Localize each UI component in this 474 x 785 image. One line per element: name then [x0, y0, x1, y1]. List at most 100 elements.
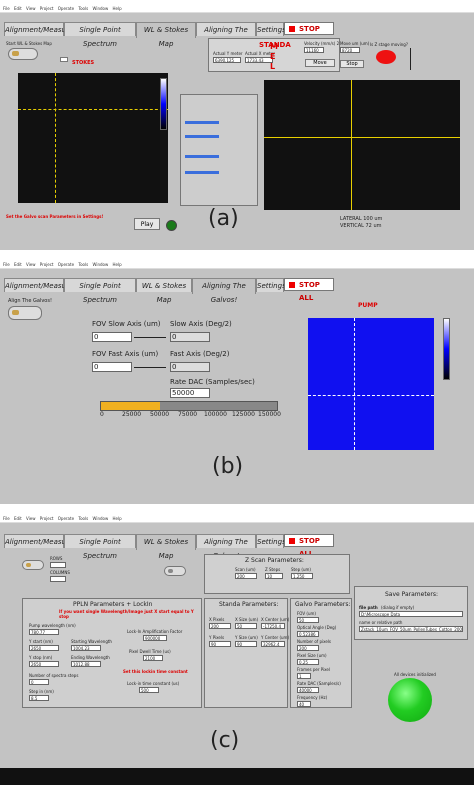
menu-item-view[interactable]: View: [26, 516, 36, 521]
pump-wl-input[interactable]: 780.77: [29, 629, 59, 635]
num-pixels-label: Number of pixels: [297, 639, 332, 644]
tab-aligning-galvos[interactable]: Aligning The Galvos!: [196, 22, 256, 48]
columns-label: COLUMNS: [50, 570, 70, 575]
fov-fast-input[interactable]: 0: [92, 362, 132, 372]
settings-slider-1[interactable]: [185, 121, 219, 124]
wl-map-plot[interactable]: [18, 73, 168, 203]
tab-single-point[interactable]: Single Point Spectrum: [64, 534, 136, 560]
tab-alignment[interactable]: Alignment/Measure: [4, 534, 73, 548]
crosshair-vertical: [55, 73, 56, 203]
menu-item-help[interactable]: Help: [113, 262, 122, 267]
tab-settings[interactable]: Settings: [256, 22, 286, 36]
frequency-value: 40: [297, 701, 311, 707]
menu-item-tools[interactable]: Tools: [78, 262, 88, 267]
tab-alignment[interactable]: Alignment/Measure: [4, 278, 73, 292]
stop-all-button[interactable]: STOP ALL: [284, 534, 334, 558]
menu-item-project[interactable]: Project: [40, 262, 54, 267]
toggle-knob-icon: [12, 51, 19, 56]
x-center-input[interactable]: -17250.4: [261, 623, 285, 629]
menu-item-window[interactable]: Window: [92, 6, 108, 11]
y-size-input[interactable]: 90: [235, 641, 257, 647]
stop-stage-button[interactable]: Stop: [340, 60, 364, 68]
z-scan-group: Z Scan Parameters: Scan (um) Z Steps Ste…: [204, 554, 350, 594]
menu-item-project[interactable]: Project: [40, 516, 54, 521]
num-pixels-input[interactable]: 200: [297, 645, 319, 651]
frames-input[interactable]: 1: [297, 673, 311, 679]
stop-all-button[interactable]: STOP ALL: [284, 278, 334, 302]
rate-dac-input[interactable]: 40000: [297, 687, 319, 693]
crosshair-horizontal: [18, 109, 168, 110]
move-um-input[interactable]: 8720: [340, 47, 360, 53]
tab-single-point[interactable]: Single Point Spectrum: [64, 22, 136, 48]
x-stop-input[interactable]: 2650: [29, 661, 59, 667]
menu-item-operate[interactable]: Operate: [58, 262, 74, 267]
tab-wl-stokes[interactable]: WL & Stokes Map: [136, 534, 196, 560]
tab-wl-stokes[interactable]: WL & Stokes Map: [136, 278, 192, 304]
rate-dac-input[interactable]: 50000: [170, 388, 210, 398]
menu-item-edit[interactable]: Edit: [14, 516, 22, 521]
z-steps-input[interactable]: 10: [265, 573, 283, 579]
x-size-input[interactable]: 50: [235, 623, 257, 629]
menu-item-view[interactable]: View: [26, 262, 36, 267]
menu-item-operate[interactable]: Operate: [58, 516, 74, 521]
fov-um-input[interactable]: 50: [297, 617, 319, 623]
x-size-label: X Size (um): [235, 617, 259, 622]
menu-item-edit[interactable]: Edit: [14, 6, 22, 11]
settings-slider-4[interactable]: [185, 171, 219, 174]
menu-item-window[interactable]: Window: [92, 262, 108, 267]
menu-item-window[interactable]: Window: [92, 516, 108, 521]
menu-item-file[interactable]: File: [3, 6, 10, 11]
z-stage-led: [376, 50, 396, 64]
align-galvos-toggle[interactable]: [8, 306, 42, 320]
move-button[interactable]: Move: [305, 59, 335, 67]
tab-aligning-galvos[interactable]: Aligning The Galvos!: [192, 278, 256, 304]
menu-item-help[interactable]: Help: [113, 6, 122, 11]
start-map-toggle[interactable]: [8, 48, 38, 60]
menu-item-tools[interactable]: Tools: [78, 516, 88, 521]
tab-strip: Alignment/Measure Single Point Spectrum …: [4, 278, 474, 304]
tab-aligning-galvos[interactable]: Aligning The Galvos!: [196, 534, 256, 560]
amp-factor-input[interactable]: 900000: [143, 635, 167, 641]
y-center-input[interactable]: 32962.4: [261, 641, 285, 647]
galvo-image-plot[interactable]: [264, 80, 460, 210]
menu-item-file[interactable]: File: [3, 262, 10, 267]
tab-wl-stokes[interactable]: WL & Stokes Map: [136, 22, 196, 48]
pump-plot[interactable]: [308, 318, 434, 450]
velocity-input[interactable]: 11160: [304, 47, 324, 53]
standa-params-title: Standa Parameters:: [219, 601, 279, 608]
rate-dac-slider[interactable]: [100, 401, 278, 411]
time-const-input[interactable]: 500: [139, 687, 159, 693]
menu-item-operate[interactable]: Operate: [58, 6, 74, 11]
x-pixels-input[interactable]: 200: [209, 623, 231, 629]
y-pixels-input[interactable]: 90: [209, 641, 231, 647]
tab-single-point[interactable]: Single Point Spectrum: [64, 278, 136, 304]
spectra-steps-input[interactable]: 0: [29, 679, 49, 685]
settings-slider-2[interactable]: [185, 135, 219, 138]
name-path-input[interactable]: Zstack_10um_FOV_50um_PollenTubes_Cotton_…: [359, 626, 463, 632]
rows-input[interactable]: [50, 562, 66, 568]
ending-wl-value: 1012.88: [71, 661, 101, 667]
tab-alignment[interactable]: Alignment/Measure: [4, 22, 73, 36]
menu-item-file[interactable]: File: [3, 516, 10, 521]
file-path-input[interactable]: D:\Microscope Data: [359, 611, 463, 617]
z-scan-toggle[interactable]: [164, 566, 186, 576]
start-toggle[interactable]: [22, 560, 44, 570]
fov-fast-label: FOV Fast Axis (um): [92, 350, 159, 358]
settings-slider-3[interactable]: [185, 155, 219, 158]
tab-settings[interactable]: Settings: [256, 534, 286, 548]
menu-item-edit[interactable]: Edit: [14, 262, 22, 267]
stokes-checkbox[interactable]: [60, 57, 68, 62]
tab-settings[interactable]: Settings: [256, 278, 286, 292]
fov-slow-input[interactable]: 0: [92, 332, 132, 342]
menu-item-view[interactable]: View: [26, 6, 36, 11]
play-button[interactable]: Play: [134, 218, 160, 230]
menu-item-tools[interactable]: Tools: [78, 6, 88, 11]
menu-item-help[interactable]: Help: [113, 516, 122, 521]
menu-item-project[interactable]: Project: [40, 6, 54, 11]
scan-um-input[interactable]: 200: [235, 573, 257, 579]
x-start-input[interactable]: 2650: [29, 645, 59, 651]
pixel-dwell-input[interactable]: 2100: [143, 655, 163, 661]
stop-all-button[interactable]: STOP ALL: [284, 22, 334, 46]
step-um-input[interactable]: 1.250: [291, 573, 313, 579]
columns-input[interactable]: [50, 576, 66, 582]
